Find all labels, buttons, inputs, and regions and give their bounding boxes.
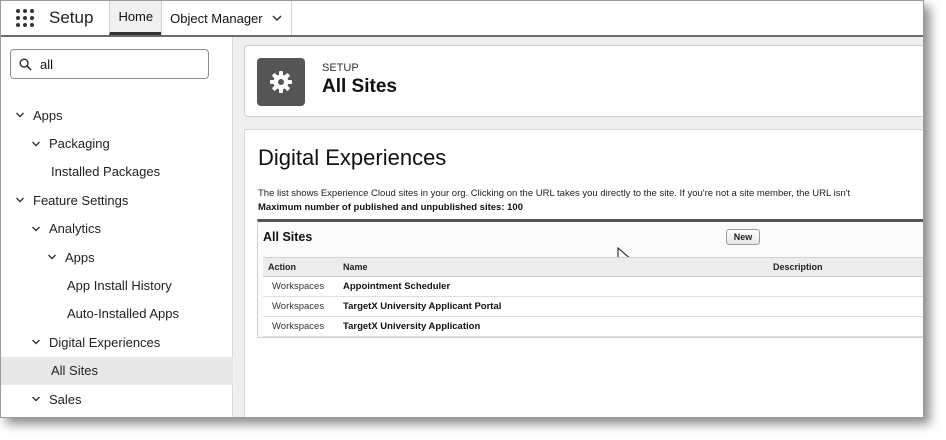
main-content: SETUP All Sites Digital Experiences The … [234,37,923,417]
tree-item-label: All Sites [51,363,98,379]
site-name: Appointment Scheduler [338,276,768,297]
chevron-down-icon[interactable] [47,252,57,262]
setup-gear-icon-tile [257,58,305,106]
setup-sidebar: Apps Packaging Installed Packages Feature S… [1,37,233,417]
tab-home[interactable]: Home [109,1,162,35]
app-name: Setup [49,8,94,27]
chevron-down-icon[interactable] [271,12,283,24]
page-eyebrow: SETUP [322,62,359,74]
quick-find-search[interactable] [10,49,209,79]
chevron-down-icon[interactable] [31,337,41,347]
description-text: The list shows Experience Cloud sites in… [258,188,851,199]
gear-icon [270,71,292,93]
global-nav-bar: Setup Home Object Manager [1,1,923,37]
tab-home-label: Home [118,9,154,24]
tree-item-label: Feature Settings [33,192,129,208]
setup-tree: Apps Packaging Installed Packages Feature S… [1,101,233,413]
tab-object-manager-label: Object Manager [170,10,263,26]
table-header-row: Action Name Description [263,257,923,277]
tree-item-feature-settings[interactable]: Feature Settings [1,186,233,214]
new-site-button[interactable]: New [726,229,760,245]
tree-item-label: Packaging [49,136,110,152]
waffle-grid-icon [16,9,34,27]
chevron-down-icon[interactable] [31,394,41,404]
tree-item-label: Apps [65,249,95,265]
search-icon [19,57,32,71]
table-row: Workspaces Appointment Scheduler [263,276,923,297]
list-title: All Sites [263,230,313,244]
tree-item-label: Sales [49,391,82,407]
column-header-name[interactable]: Name [338,257,768,277]
site-name: TargetX University Application [338,316,768,337]
site-description [768,296,923,317]
table-row: Workspaces TargetX University Applicant P… [263,296,923,317]
tab-object-manager[interactable]: Object Manager [161,1,292,35]
action-link-workspaces[interactable]: Workspaces [263,316,338,337]
action-link-workspaces[interactable]: Workspaces [263,276,338,297]
tree-item-label: Apps [33,107,63,123]
site-description [768,276,923,297]
quick-find-input[interactable] [40,56,200,72]
tree-item-label: Installed Packages [51,164,161,180]
chevron-down-icon[interactable] [31,139,41,149]
tree-item-auto-installed-apps[interactable]: Auto-Installed Apps [1,300,233,328]
tree-item-label: Analytics [49,221,102,237]
tree-item-app-install-history[interactable]: App Install History [1,271,233,299]
section-heading: Digital Experiences [258,145,447,170]
tree-item-analytics[interactable]: Analytics [1,215,233,243]
app-launcher-icon[interactable] [1,1,49,35]
site-description [768,316,923,337]
tree-item-label: Auto-Installed Apps [67,306,180,322]
max-sites-text: Maximum number of published and unpublis… [258,202,523,213]
chevron-down-icon[interactable] [31,224,41,234]
tree-item-apps[interactable]: Apps [1,101,233,129]
chevron-down-icon[interactable] [15,195,25,205]
sites-table: Action Name Description Workspaces Appoin… [263,257,923,337]
tree-item-label: Digital Experiences [49,334,161,350]
column-header-action[interactable]: Action [263,257,338,277]
tree-item-label: App Install History [67,278,172,294]
action-link-workspaces[interactable]: Workspaces [263,296,338,317]
site-name: TargetX University Applicant Portal [338,296,768,317]
tree-item-packaging[interactable]: Packaging [1,129,233,157]
page-title: All Sites [322,76,397,97]
tree-item-sales[interactable]: Sales [1,385,233,413]
all-sites-list: All Sites New Action Name Description Wo… [257,219,923,338]
table-row: Workspaces TargetX University Application [263,316,923,337]
window-frame: Setup Home Object Manager Apps Packaging I… [0,0,924,418]
column-header-description[interactable]: Description [768,257,923,277]
tree-item-apps[interactable]: Apps [1,243,233,271]
tree-item-digital-experiences[interactable]: Digital Experiences [1,328,233,356]
chevron-down-icon[interactable] [15,110,25,120]
page-header: SETUP All Sites [244,45,923,117]
digital-experiences-panel: Digital Experiences The list shows Exper… [244,129,923,417]
tree-item-installed-packages[interactable]: Installed Packages [1,158,233,186]
tree-item-all-sites[interactable]: All Sites [1,356,233,385]
